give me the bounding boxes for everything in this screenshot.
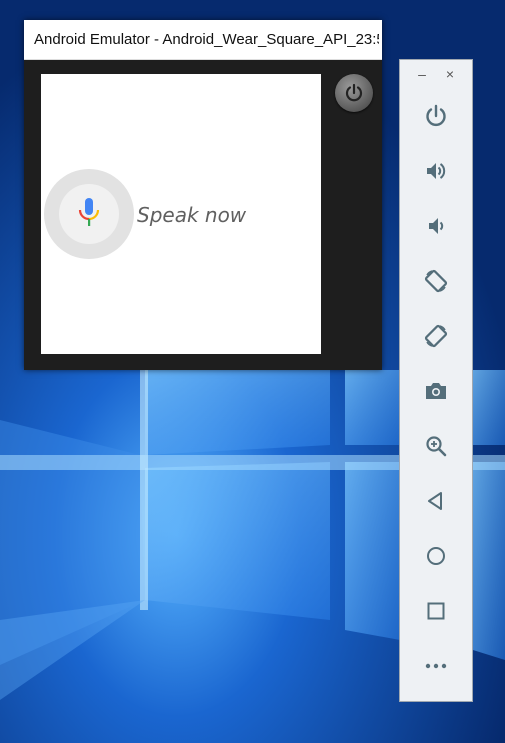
emulator-toolbar: – × xyxy=(399,59,473,702)
voice-input-button[interactable] xyxy=(44,169,134,259)
more-button[interactable] xyxy=(416,646,456,686)
volume-up-button[interactable] xyxy=(416,151,456,191)
toolbar-window-controls: – × xyxy=(400,66,472,84)
window-title: Android Emulator - Android_Wear_Square_A… xyxy=(34,31,379,48)
power-button[interactable] xyxy=(416,96,456,136)
rotate-left-button[interactable] xyxy=(416,261,456,301)
volume-down-button[interactable] xyxy=(416,206,456,246)
rotate-right-button[interactable] xyxy=(416,316,456,356)
overview-button[interactable] xyxy=(416,591,456,631)
close-button[interactable]: × xyxy=(442,66,458,82)
power-icon xyxy=(345,83,363,102)
watch-power-button[interactable] xyxy=(335,74,373,112)
back-icon xyxy=(428,492,442,510)
volume-up-icon xyxy=(427,163,446,179)
mic-button-inner xyxy=(59,184,119,244)
home-icon xyxy=(427,547,445,565)
back-button[interactable] xyxy=(416,481,456,521)
power-icon xyxy=(426,104,446,127)
minimize-button[interactable]: – xyxy=(414,66,430,82)
overview-icon xyxy=(427,602,445,620)
speak-now-prompt: Speak now xyxy=(137,203,247,227)
volume-down-icon xyxy=(429,218,444,234)
zoom-button[interactable] xyxy=(416,426,456,466)
home-button[interactable] xyxy=(416,536,456,576)
emulator-window: Android Emulator - Android_Wear_Square_A… xyxy=(24,20,382,370)
emulator-title-bar[interactable]: Android Emulator - Android_Wear_Square_A… xyxy=(24,20,382,60)
rotate-left-icon xyxy=(424,269,448,293)
watch-screen[interactable]: Speak now xyxy=(41,74,321,354)
camera-icon xyxy=(426,383,446,399)
zoom-icon xyxy=(426,436,447,457)
microphone-icon xyxy=(78,198,100,226)
more-icon xyxy=(425,663,447,669)
screenshot-button[interactable] xyxy=(416,371,456,411)
rotate-right-icon xyxy=(424,324,448,348)
